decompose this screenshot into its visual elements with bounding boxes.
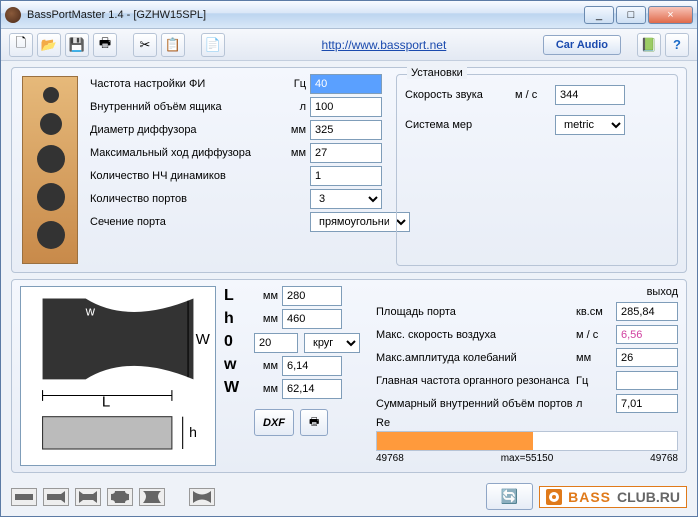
mm-unit-2: мм xyxy=(280,147,310,159)
mm-W: мм xyxy=(254,383,282,395)
mm-h: мм xyxy=(254,313,282,325)
flare-stepper[interactable] xyxy=(254,333,298,353)
close-button[interactable]: × xyxy=(648,6,693,24)
hz-unit: Гц xyxy=(280,78,310,90)
minimize-button[interactable]: _ xyxy=(584,6,614,24)
total-vol-output xyxy=(616,394,678,413)
bassclub-text-1: BASS xyxy=(568,489,611,505)
amp-output xyxy=(616,348,678,367)
svg-text:W: W xyxy=(196,331,211,348)
speaker-icon xyxy=(546,489,562,505)
air-vel-label: Макс. скорость воздуха xyxy=(376,329,576,341)
sound-speed-label: Скорость звука xyxy=(405,89,515,101)
W-symbol: W xyxy=(224,378,252,398)
xmax-input[interactable] xyxy=(310,143,382,163)
port-area-label: Площадь порта xyxy=(376,306,576,318)
num-woofers-label: Количество НЧ динамиков xyxy=(90,170,280,182)
box-volume-input[interactable] xyxy=(310,97,382,117)
w-input[interactable] xyxy=(282,356,342,376)
total-vol-unit: л xyxy=(576,398,616,410)
print-diagram-button[interactable]: 🖶 xyxy=(300,409,328,436)
bassclub-text-2: CLUB.RU xyxy=(617,489,680,505)
svg-text:h: h xyxy=(189,424,197,440)
port-area-output xyxy=(616,302,678,321)
print-icon[interactable]: 🖶 xyxy=(93,33,117,57)
new-icon[interactable]: 🗋 xyxy=(9,33,33,57)
box-volume-label: Внутренний объём ящика xyxy=(90,101,280,113)
port-section-label: Сечение порта xyxy=(90,216,280,228)
window-title: BassPortMaster 1.4 - [GZHW15SPL] xyxy=(27,9,582,21)
cone-dia-input[interactable] xyxy=(310,120,382,140)
help-book-icon[interactable]: 📗 xyxy=(637,33,661,57)
h-input[interactable] xyxy=(282,309,342,329)
xmax-label: Максимальный ход диффузора xyxy=(90,147,280,159)
L-input[interactable] xyxy=(282,286,342,306)
zero-symbol: 0 xyxy=(224,332,252,352)
amp-unit: мм xyxy=(576,352,616,364)
organ-output xyxy=(616,371,678,390)
organ-unit: Гц xyxy=(576,375,616,387)
port-type-2[interactable] xyxy=(43,488,69,506)
mm-L: мм xyxy=(254,290,282,302)
W-input[interactable] xyxy=(282,379,342,399)
unit-system-label: Система мер xyxy=(405,119,515,131)
save-icon[interactable]: 💾 xyxy=(65,33,89,57)
port-type-5[interactable] xyxy=(139,488,165,506)
app-icon xyxy=(5,7,21,23)
mm-w: мм xyxy=(254,360,282,372)
website-link[interactable]: http://www.bassport.net xyxy=(322,38,447,52)
copy-icon[interactable]: 📋 xyxy=(161,33,185,57)
re-bar xyxy=(376,431,678,451)
notes-icon[interactable]: 📄 xyxy=(201,33,225,57)
open-icon[interactable]: 📂 xyxy=(37,33,61,57)
re-left: 49768 xyxy=(376,453,404,464)
organ-label: Главная частота органного резонанса xyxy=(376,375,576,387)
speaker-image xyxy=(22,76,78,264)
w-symbol: w xyxy=(224,355,252,375)
l-unit: л xyxy=(280,101,310,113)
refresh-button[interactable]: 🔄 xyxy=(486,483,533,510)
tune-freq-input[interactable] xyxy=(310,74,382,94)
air-vel-output xyxy=(616,325,678,344)
svg-text:L: L xyxy=(102,393,110,407)
port-type-4[interactable] xyxy=(107,488,133,506)
bassclub-logo[interactable]: BASS CLUB.RU xyxy=(539,486,687,508)
sound-speed-unit: м / с xyxy=(515,89,555,101)
maximize-button[interactable]: □ xyxy=(616,6,646,24)
cut-icon[interactable]: ✂ xyxy=(133,33,157,57)
re-mid: max=55150 xyxy=(501,453,554,464)
port-area-unit: кв.см xyxy=(576,306,616,318)
re-right: 49768 xyxy=(650,453,678,464)
port-type-1[interactable] xyxy=(11,488,37,506)
flare-shape-select[interactable]: круг xyxy=(304,333,360,353)
re-label: Re xyxy=(376,417,678,429)
num-ports-label: Количество портов xyxy=(90,193,280,205)
help-icon[interactable]: ? xyxy=(665,33,689,57)
settings-legend: Установки xyxy=(407,67,467,79)
port-type-3[interactable] xyxy=(75,488,101,506)
L-symbol: L xyxy=(224,286,252,306)
num-woofers-input[interactable] xyxy=(310,166,382,186)
tune-freq-label: Частота настройки ФИ xyxy=(90,78,280,90)
sound-speed-input[interactable] xyxy=(555,85,625,105)
cone-dia-label: Диаметр диффузора xyxy=(90,124,280,136)
amp-label: Макс.амплитуда колебаний xyxy=(376,352,576,364)
car-audio-button[interactable]: Car Audio xyxy=(543,35,621,55)
unit-system-select[interactable]: metric xyxy=(555,115,625,135)
svg-text:w: w xyxy=(85,304,96,319)
port-section-select[interactable]: прямоугольник xyxy=(310,212,410,232)
h-symbol: h xyxy=(224,309,252,329)
air-vel-unit: м / с xyxy=(576,329,616,341)
port-diagram: L W w h xyxy=(20,286,216,466)
num-ports-select[interactable]: 3 xyxy=(310,189,382,209)
total-vol-label: Суммарный внутренний объём портов xyxy=(376,398,576,410)
dxf-button[interactable]: DXF xyxy=(254,409,294,436)
mm-unit: мм xyxy=(280,124,310,136)
output-header: выход xyxy=(616,286,678,298)
port-type-6[interactable] xyxy=(189,488,215,506)
